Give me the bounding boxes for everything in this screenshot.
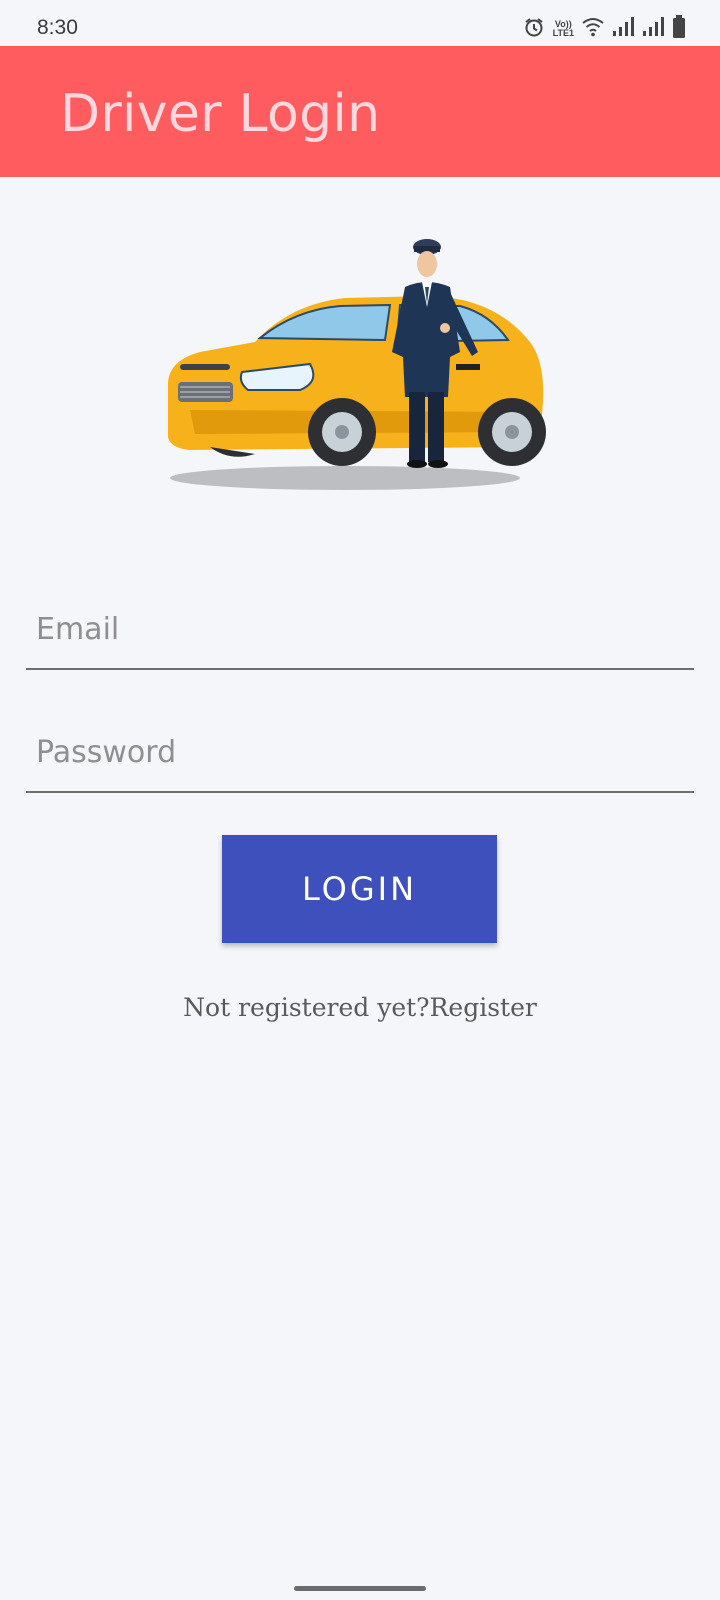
email-input[interactable] [34,611,678,648]
status-time: 8:30 [37,16,78,39]
signal-icon [642,16,664,42]
volte-icon: Vo)) LTE1 [553,20,574,38]
register-link[interactable]: Not registered yet?Register [0,993,720,1022]
status-bar: 8:30 Vo)) LTE1 [0,0,720,46]
email-field[interactable] [26,598,694,670]
login-button[interactable]: LOGIN [222,835,497,943]
wifi-icon [582,17,604,42]
status-icons: Vo)) LTE1 [523,14,686,44]
password-field[interactable] [26,721,694,793]
app-bar: Driver Login [0,46,720,177]
volte-bottom-label: LTE1 [552,28,574,38]
signal-icon [612,16,634,42]
battery-icon [672,14,686,44]
page-title: Driver Login [60,84,381,144]
taxi-driver-illustration [160,232,560,502]
home-indicator[interactable] [294,1586,426,1591]
alarm-icon [523,16,545,43]
password-input[interactable] [34,734,678,771]
